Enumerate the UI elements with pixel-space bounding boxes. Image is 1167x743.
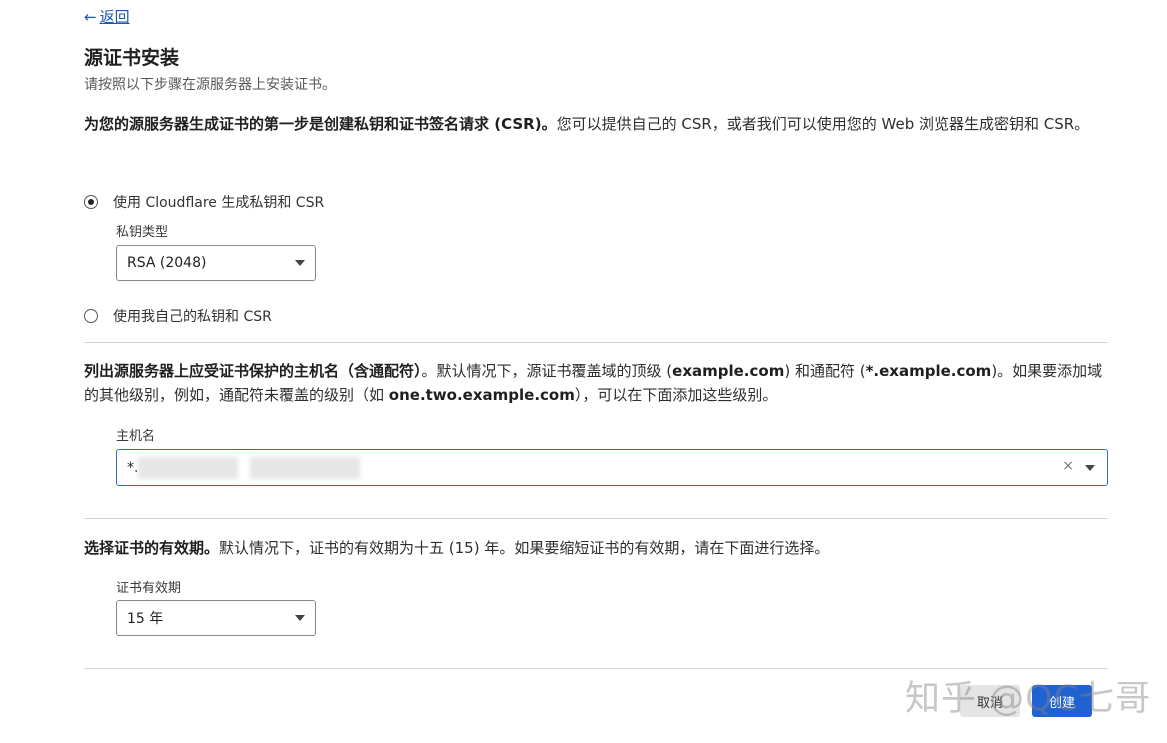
example-subdomain: one.two.example.com	[388, 386, 575, 404]
hostname-intro-text: ），可以在下面添加这些级别。	[574, 386, 778, 404]
key-type-value: RSA (2048)	[127, 255, 207, 271]
validity-label: 证书有效期	[116, 581, 182, 596]
watermark: 知乎 @QC七哥	[905, 679, 1152, 719]
radio-selected-icon[interactable]	[84, 195, 98, 209]
section-divider	[84, 518, 1108, 519]
redacted-hostname	[138, 456, 239, 479]
hostname-intro-text: ) 和通配符 (	[784, 362, 866, 380]
validity-intro: 选择证书的有效期。默认情况下，证书的有效期为十五 (15) 年。如果要缩短证书的…	[84, 536, 1104, 560]
validity-intro-bold: 选择证书的有效期。	[84, 539, 220, 557]
key-type-label: 私钥类型	[116, 225, 169, 240]
dropdown-caret-icon	[295, 615, 305, 621]
section-divider	[84, 668, 1108, 669]
radio-option-own-label: 使用我自己的私钥和 CSR	[113, 309, 272, 325]
hostname-label: 主机名	[116, 429, 156, 444]
hostname-input[interactable]: *. ×	[116, 449, 1108, 486]
dropdown-caret-icon[interactable]	[1085, 465, 1095, 471]
page-subtitle: 请按照以下步骤在源服务器上安装证书。	[84, 77, 336, 93]
radio-option-cloudflare-label: 使用 Cloudflare 生成私钥和 CSR	[113, 195, 325, 211]
clear-icon[interactable]: ×	[1062, 458, 1074, 474]
back-link-label: 返回	[99, 8, 130, 26]
csr-intro: 为您的源服务器生成证书的第一步是创建私钥和证书签名请求 (CSR)。您可以提供自…	[84, 112, 1104, 136]
key-type-select[interactable]: RSA (2048)	[116, 245, 316, 281]
hostname-intro-text: 。默认情况下，源证书覆盖域的顶级 (	[421, 362, 673, 380]
arrow-left-icon: ←	[84, 7, 97, 26]
dropdown-caret-icon	[295, 260, 305, 266]
example-wildcard: *.example.com	[865, 362, 992, 380]
radio-option-own[interactable]: 使用我自己的私钥和 CSR	[84, 306, 272, 326]
hostname-intro-bold: 列出源服务器上应受证书保护的主机名（含通配符）	[84, 362, 422, 380]
example-domain: example.com	[672, 362, 785, 380]
validity-value: 15 年	[127, 611, 164, 627]
radio-unselected-icon[interactable]	[84, 309, 98, 323]
validity-intro-text: 默认情况下，证书的有效期为十五 (15) 年。如果要缩短证书的有效期，请在下面进…	[219, 539, 830, 557]
redacted-hostname[interactable]	[250, 456, 361, 479]
radio-option-cloudflare[interactable]: 使用 Cloudflare 生成私钥和 CSR	[84, 192, 324, 212]
hostname-intro: 列出源服务器上应受证书保护的主机名（含通配符）。默认情况下，源证书覆盖域的顶级 …	[84, 359, 1104, 407]
csr-intro-text: 您可以提供自己的 CSR，或者我们可以使用您的 Web 浏览器生成密钥和 CSR…	[556, 115, 1090, 133]
hostname-tag[interactable]: *.	[127, 456, 239, 479]
validity-select[interactable]: 15 年	[116, 600, 316, 636]
back-link[interactable]: ← 返回	[84, 6, 130, 27]
page-title: 源证书安装	[84, 47, 180, 69]
section-divider	[84, 342, 1108, 343]
csr-intro-bold: 为您的源服务器生成证书的第一步是创建私钥和证书签名请求 (CSR)。	[84, 115, 557, 133]
hostname-tag-prefix: *.	[127, 459, 139, 476]
